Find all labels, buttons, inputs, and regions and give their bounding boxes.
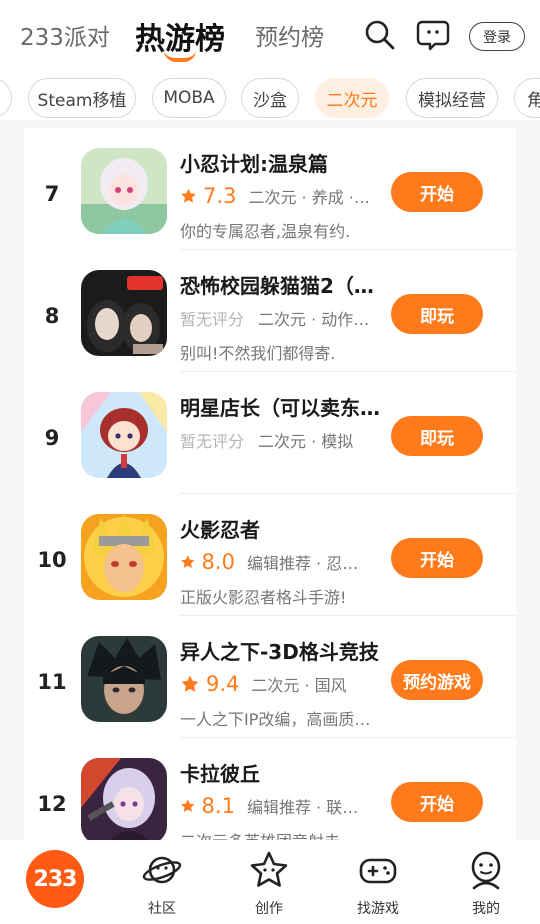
category-chips: Steam移植 MOBA 沙盒 二次元 模拟经营 角 xyxy=(0,78,540,120)
game-meta: 8.0 编辑推荐 · 忍者 · 格斗 xyxy=(180,548,370,576)
game-name[interactable]: 卡拉彼丘 xyxy=(180,758,380,787)
start-button[interactable]: 开始 xyxy=(391,172,483,212)
chip-partial-left[interactable] xyxy=(0,78,12,118)
nav-label: 创作 xyxy=(255,901,283,917)
chip-role[interactable]: 角 xyxy=(514,78,540,118)
game-row-12[interactable]: 12 卡拉彼丘 8.1 编辑推荐 · 联机 · 射击 二次元多英雄团竞射击 开始 xyxy=(24,738,516,840)
nav-label: 我的 xyxy=(472,901,500,917)
rank-number: 11 xyxy=(37,670,67,694)
game-row-7[interactable]: 7 小忍计划:温泉篇 7.3 二次元 · 养成 · 恋爱 你的专属忍者,温泉有约… xyxy=(24,128,516,250)
gamepad-icon xyxy=(359,858,397,884)
game-description: 你的专属忍者,温泉有约. xyxy=(180,222,351,241)
message-icon[interactable] xyxy=(416,18,450,52)
star-icon xyxy=(250,851,288,887)
rank-number: 9 xyxy=(44,426,60,450)
tab-reservation[interactable]: 预约榜 xyxy=(255,18,324,52)
profile-icon xyxy=(471,851,501,890)
rank-number: 10 xyxy=(37,548,67,572)
start-button[interactable]: 开始 xyxy=(391,538,483,578)
game-name[interactable]: 恐怖校园躲猫猫2（全新版本） xyxy=(180,270,380,299)
game-row-11[interactable]: 11 异人之下-3D格斗竞技 9.4 二次元 · 国风 一人之下IP改编，高画质… xyxy=(24,616,516,738)
nav-find-games[interactable]: 找游戏 xyxy=(338,848,418,920)
game-icon-kalabiqiu[interactable] xyxy=(81,758,167,840)
game-meta: 9.4 二次元 · 国风 xyxy=(180,670,370,698)
game-score: 暂无评分 xyxy=(180,310,245,329)
nav-profile[interactable]: 我的 xyxy=(446,848,526,920)
nav-create[interactable]: 创作 xyxy=(229,848,309,920)
game-tags: 编辑推荐 · 联机 · 射击 xyxy=(246,798,370,817)
game-score: 8.0 xyxy=(201,550,235,574)
rank-number: 12 xyxy=(37,792,67,816)
game-tags: 二次元 · 模拟 xyxy=(258,432,354,451)
game-tags: 二次元 · 动作冒险 xyxy=(258,310,370,329)
login-button[interactable]: 登录 xyxy=(469,22,525,51)
game-icon-horror-school[interactable] xyxy=(81,270,167,356)
game-description: 二次元多英雄团竞射击 xyxy=(180,828,372,840)
game-meta: 暂无评分 二次元 · 模拟 xyxy=(180,426,370,454)
game-description: 别叫!不然我们都得寄. xyxy=(180,344,336,363)
chip-sandbox[interactable]: 沙盒 xyxy=(241,78,299,118)
reserve-game-button[interactable]: 预约游戏 xyxy=(391,660,483,700)
chip-simulation[interactable]: 模拟经营 xyxy=(406,78,498,118)
bottom-nav: 233 社区 创作 找游戏 我的 xyxy=(0,840,540,924)
star-icon xyxy=(181,555,195,568)
home-logo-button[interactable]: 233 xyxy=(26,850,84,908)
game-row-8[interactable]: 8 恐怖校园躲猫猫2（全新版本） 暂无评分 二次元 · 动作冒险 别叫!不然我们… xyxy=(24,250,516,372)
game-ranking-list: 7 小忍计划:温泉篇 7.3 二次元 · 养成 · 恋爱 你的专属忍者,温泉有约… xyxy=(24,128,516,840)
game-icon-naruto[interactable] xyxy=(81,514,167,600)
game-name[interactable]: 小忍计划:温泉篇 xyxy=(180,148,380,177)
play-now-button[interactable]: 即玩 xyxy=(391,416,483,456)
star-icon xyxy=(181,675,199,692)
game-score: 7.3 xyxy=(203,184,237,208)
active-tab-indicator xyxy=(164,50,196,62)
game-meta: 8.1 编辑推荐 · 联机 · 射击 xyxy=(180,792,370,820)
rank-number: 7 xyxy=(44,182,60,206)
game-description: 一人之下IP改编，高画质国风 xyxy=(180,710,372,729)
game-tags: 二次元 · 养成 · 恋爱 xyxy=(248,188,370,207)
chip-anime[interactable]: 二次元 xyxy=(315,78,389,118)
chip-moba[interactable]: MOBA xyxy=(152,78,226,118)
game-meta: 7.3 二次元 · 养成 · 恋爱 xyxy=(180,182,370,210)
game-score: 暂无评分 xyxy=(180,432,245,451)
game-name[interactable]: 异人之下-3D格斗竞技 xyxy=(180,636,380,665)
star-icon xyxy=(181,799,195,812)
planet-icon xyxy=(142,856,182,884)
play-now-button[interactable]: 即玩 xyxy=(391,294,483,334)
nav-community[interactable]: 社区 xyxy=(122,848,202,920)
top-nav: 233派对 热游榜 预约榜 登录 xyxy=(0,0,540,70)
nav-label: 社区 xyxy=(148,901,176,917)
start-button[interactable]: 开始 xyxy=(391,782,483,822)
game-row-10[interactable]: 10 火影忍者 8.0 编辑推荐 · 忍者 · 格斗 正版火影忍者格斗手游! 开… xyxy=(24,494,516,616)
game-icon-star-shop[interactable] xyxy=(81,392,167,478)
game-icon-xiaoren[interactable] xyxy=(81,148,167,234)
game-meta: 暂无评分 二次元 · 动作冒险 xyxy=(180,304,370,332)
game-tags: 编辑推荐 · 忍者 · 格斗 xyxy=(246,554,370,573)
game-name[interactable]: 火影忍者 xyxy=(180,514,380,543)
search-icon[interactable] xyxy=(363,18,397,52)
game-score: 8.1 xyxy=(201,794,235,818)
game-score: 9.4 xyxy=(206,672,240,696)
game-tags: 二次元 · 国风 xyxy=(251,676,347,695)
game-description: 正版火影忍者格斗手游! xyxy=(180,588,347,607)
game-name[interactable]: 明星店长（可以卖东西） xyxy=(180,392,380,421)
chip-steam[interactable]: Steam移植 xyxy=(28,78,136,118)
game-icon-yiren[interactable] xyxy=(81,636,167,722)
nav-label: 找游戏 xyxy=(357,901,399,917)
rank-number: 8 xyxy=(44,304,60,328)
star-icon xyxy=(181,188,196,203)
game-row-9[interactable]: 9 明星店长（可以卖东西） 暂无评分 二次元 · 模拟 即玩 xyxy=(24,372,516,494)
tab-233-party[interactable]: 233派对 xyxy=(20,18,110,52)
